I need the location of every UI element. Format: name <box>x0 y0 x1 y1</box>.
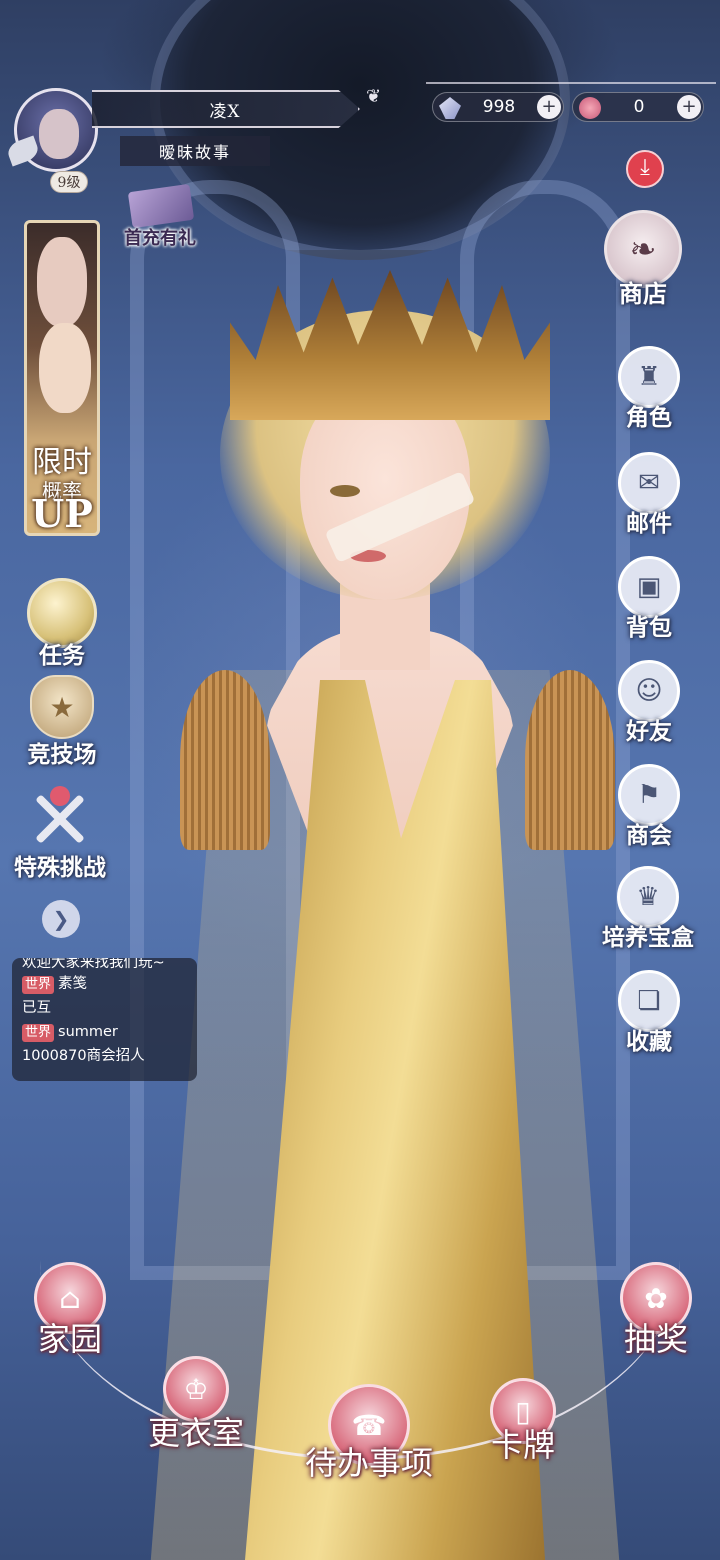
banner-text-up: UP <box>31 491 93 536</box>
diamond-counter: 998 + <box>432 92 564 122</box>
nav-todo-label: 待办事项 <box>304 1444 433 1482</box>
chat-message: 欢迎大家来找我们玩~ <box>22 958 187 972</box>
task-label: 任务 <box>39 642 85 669</box>
diamond-icon <box>439 97 461 119</box>
arena-button[interactable]: ★ 竞技场 <box>16 675 108 769</box>
chat-text: 已互 <box>22 1000 51 1016</box>
nav-card[interactable]: ▯ 卡牌 <box>468 1378 578 1466</box>
nav-home[interactable]: ⌂ 家园 <box>20 1262 120 1360</box>
chat-message: 世界 summer <box>22 1020 187 1044</box>
diamond-amount: 998 <box>482 97 516 117</box>
nav-wardrobe-label: 更衣室 <box>147 1414 244 1452</box>
nav-wardrobe[interactable]: ♔ 更衣室 <box>136 1356 256 1454</box>
rose-emblem <box>50 786 70 806</box>
chat-text: 欢迎大家来找我们玩~ <box>22 958 165 971</box>
character-shoulder-left <box>180 670 270 850</box>
first-recharge-label: 首充有礼 <box>124 228 196 249</box>
chat-message: 世界 素笺 <box>22 972 187 996</box>
character-eye <box>330 485 360 497</box>
banner-character-2 <box>39 323 91 413</box>
arena-label: 竞技场 <box>27 741 97 768</box>
nav-draw-label: 抽奖 <box>623 1320 688 1358</box>
crossed-swords-icon <box>28 786 92 850</box>
add-diamonds-button[interactable]: + <box>537 95 561 119</box>
nav-draw[interactable]: ✿ 抽奖 <box>606 1262 706 1360</box>
collection-label: 收藏 <box>626 1028 672 1055</box>
chat-text: 1000870商会招人 <box>22 1048 145 1064</box>
friends-button[interactable]: ☺ 好友 <box>604 660 694 746</box>
ornament-icon: ❦ <box>366 86 382 107</box>
rose-counter: 0 + <box>572 92 704 122</box>
player-name[interactable]: 凌X <box>92 90 360 128</box>
chat-panel[interactable]: 欢迎大家来找我们玩~ 世界 素笺 已互 世界 summer 1000870商会招人 <box>12 958 197 1081</box>
banner-character-1 <box>37 237 87 327</box>
guild-button[interactable]: ⚑ 商会 <box>604 764 694 850</box>
shop-label: 商店 <box>619 279 667 308</box>
special-challenge-button[interactable]: 特殊挑战 <box>8 786 112 882</box>
chat-channel-tag: 世界 <box>22 976 55 994</box>
special-challenge-label: 特殊挑战 <box>14 854 106 881</box>
first-recharge-button[interactable]: 首充有礼 <box>110 183 210 252</box>
guild-label: 商会 <box>626 822 672 849</box>
avatar-portrait <box>39 109 79 159</box>
shop-button[interactable]: ❧ 商店 <box>592 210 694 314</box>
nurture-box-button[interactable]: ♛ 培养宝盒 <box>596 866 700 952</box>
chat-text: summer <box>58 1024 118 1040</box>
character-shoulder-right <box>525 670 615 850</box>
gift-box-icon <box>127 183 195 229</box>
nurture-box-label: 培养宝盒 <box>602 924 694 951</box>
player-title[interactable]: 暧昧故事 <box>120 136 270 166</box>
rose-amount: 0 <box>633 97 645 117</box>
download-icon[interactable]: ⤓ <box>626 150 664 188</box>
chat-channel-tag: 世界 <box>22 1024 55 1042</box>
mail-button[interactable]: ✉ 邮件 <box>604 452 694 538</box>
bag-button[interactable]: ▣ 背包 <box>604 556 694 642</box>
character-label: 角色 <box>626 404 672 431</box>
trophy-icon: ★ <box>30 675 94 739</box>
limited-gacha-banner[interactable]: 限时 概率 UP <box>24 220 100 536</box>
character-crown <box>230 270 550 420</box>
collection-button[interactable]: ❏ 收藏 <box>604 970 694 1056</box>
chat-text: 素笺 <box>58 976 88 992</box>
bag-label: 背包 <box>626 614 672 641</box>
top-divider <box>426 82 716 84</box>
rose-icon <box>579 97 601 119</box>
nav-home-label: 家园 <box>37 1320 102 1358</box>
chat-message: 已互 <box>22 996 187 1020</box>
level-badge: 9级 <box>50 171 88 193</box>
character-button[interactable]: ♜ 角色 <box>604 346 694 432</box>
task-button[interactable]: 任务 <box>20 578 104 670</box>
mail-label: 邮件 <box>626 510 672 537</box>
nav-card-label: 卡牌 <box>490 1426 555 1464</box>
nav-todo[interactable]: ☎ 待办事项 <box>294 1384 444 1484</box>
friends-label: 好友 <box>626 718 672 745</box>
chat-message: 1000870商会招人 <box>22 1044 187 1068</box>
chat-toggle-button[interactable]: ❯ <box>42 900 80 938</box>
add-roses-button[interactable]: + <box>677 95 701 119</box>
